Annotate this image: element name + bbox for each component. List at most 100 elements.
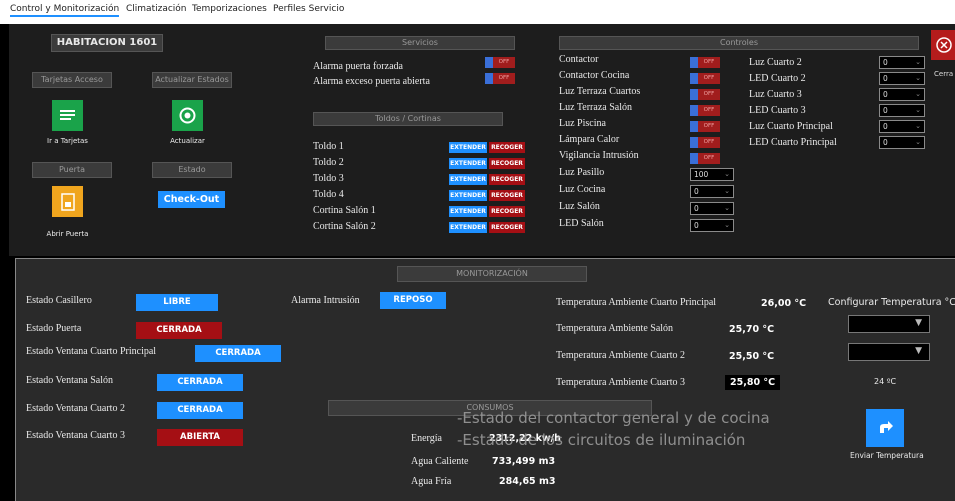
control-toggle[interactable]: OFF <box>690 153 720 164</box>
controles-header: Controles <box>559 36 919 50</box>
caret-down-icon: ▼ <box>915 318 922 328</box>
toldo-extender-button[interactable]: EXTENDER <box>449 142 487 153</box>
estado-label: Estado Ventana Cuarto 2 <box>26 403 125 414</box>
door-icon <box>61 193 75 211</box>
dimmer-label: Luz Salón <box>559 201 600 212</box>
estado-label: Estado Ventana Salón <box>26 375 114 386</box>
control-label: Luz Terraza Cuartos <box>559 86 641 97</box>
toldo-extender-button[interactable]: EXTENDER <box>449 174 487 185</box>
ir-tarjetas-label: Ir a Tarjetas <box>47 137 88 145</box>
toldo-label: Toldo 3 <box>313 173 344 184</box>
abrir-puerta-label: Abrir Puerta <box>46 230 89 238</box>
dimmer-select[interactable]: 0 ⌄ <box>879 88 925 101</box>
toldo-recoger-button[interactable]: RECOGER <box>489 174 525 185</box>
dimmer-label: Luz Cuarto Principal <box>749 121 833 132</box>
tab-temporizaciones[interactable]: Temporizaciones <box>192 4 267 14</box>
temp-label: Temperatura Ambiente Cuarto 2 <box>556 350 685 361</box>
dimmer-select[interactable]: 0 ⌄ <box>690 202 734 215</box>
actualizar-header: Actualizar Estados <box>152 72 232 88</box>
toldo-extender-button[interactable]: EXTENDER <box>449 158 487 169</box>
toldo-recoger-button[interactable]: RECOGER <box>489 190 525 201</box>
chevron-down-icon: ⌄ <box>915 122 921 130</box>
tab-climatizacion[interactable]: Climatización <box>126 4 187 14</box>
control-toggle[interactable]: OFF <box>690 137 720 148</box>
toldo-recoger-button[interactable]: RECOGER <box>489 206 525 217</box>
estado-label: Estado Casillero <box>26 295 92 306</box>
tab-control[interactable]: Control y Monitorización <box>10 4 120 17</box>
consumo-value: 284,65 m3 <box>499 476 556 487</box>
toldo-label: Toldo 1 <box>313 141 344 152</box>
config-temp-label: Configurar Temperatura °C <box>828 297 955 308</box>
toldo-label: Toldo 4 <box>313 189 344 200</box>
dimmer-select[interactable]: 0 ⌄ <box>690 219 734 232</box>
overlay-text-1: -Estado del contactor general y de cocin… <box>457 409 770 427</box>
ir-tarjetas-button[interactable] <box>52 100 83 131</box>
chevron-down-icon: ⌄ <box>724 170 730 178</box>
puerta-header: Puerta <box>32 162 112 178</box>
control-toggle[interactable]: OFF <box>690 121 720 132</box>
dimmer-label: LED Cuarto 2 <box>749 73 806 84</box>
tarjetas-header: Tarjetas Acceso <box>32 72 112 88</box>
estado-status-badge: CERRADA <box>157 374 243 391</box>
close-icon <box>936 37 952 53</box>
toldo-extender-button[interactable]: EXTENDER <box>449 222 487 233</box>
consumo-label: Agua Fría <box>411 476 452 487</box>
consumo-value: 733,499 m3 <box>492 456 556 467</box>
tab-perfiles[interactable]: Perfiles Servicio <box>273 4 344 14</box>
card-icon <box>60 110 75 120</box>
control-label: Luz Terraza Salón <box>559 102 632 113</box>
dimmer-select[interactable]: 0 ⌄ <box>879 72 925 85</box>
checkout-button[interactable]: Check-Out <box>158 191 225 208</box>
dimmer-label: LED Salón <box>559 218 604 229</box>
dimmer-select[interactable]: 0 ⌄ <box>879 104 925 117</box>
estado-status-badge: CERRADA <box>195 345 281 362</box>
temp-dropdown-1[interactable]: ▼ <box>848 315 930 333</box>
actualizar-button[interactable] <box>172 100 203 131</box>
toldo-recoger-button[interactable]: RECOGER <box>489 222 525 233</box>
chevron-down-icon: ⌄ <box>724 187 730 195</box>
control-toggle[interactable]: OFF <box>690 105 720 116</box>
enviar-temp-button[interactable] <box>866 409 904 447</box>
control-label: Vigilancia Intrusión <box>559 150 639 161</box>
estado-header: Estado <box>152 162 232 178</box>
toldo-label: Toldo 2 <box>313 157 344 168</box>
dimmer-select[interactable]: 0 ⌄ <box>879 56 925 69</box>
alarma-label: Alarma Intrusión <box>291 295 360 306</box>
dimmer-select[interactable]: 0 ⌄ <box>690 185 734 198</box>
servicio-label: Alarma exceso puerta abierta <box>313 76 430 87</box>
dimmer-select[interactable]: 100 ⌄ <box>690 168 734 181</box>
control-toggle[interactable]: OFF <box>690 73 720 84</box>
dimmer-select[interactable]: 0 ⌄ <box>879 120 925 133</box>
toldo-recoger-button[interactable]: RECOGER <box>489 142 525 153</box>
alarma-forzada-toggle[interactable]: OFF <box>485 57 515 68</box>
temp-dropdown-2[interactable]: ▼ <box>848 343 930 361</box>
dimmer-label: Luz Pasillo <box>559 167 605 178</box>
temp-set-value: 24 ºC <box>874 377 897 386</box>
dimmer-label: LED Cuarto Principal <box>749 137 837 148</box>
estado-label: Estado Ventana Cuarto Principal <box>26 346 157 357</box>
estado-label: Estado Puerta <box>26 323 82 334</box>
chevron-down-icon: ⌄ <box>915 74 921 82</box>
control-toggle[interactable]: OFF <box>690 57 720 68</box>
alarma-exceso-toggle[interactable]: OFF <box>485 73 515 84</box>
abrir-puerta-button[interactable] <box>52 186 83 217</box>
dimmer-label: Luz Cocina <box>559 184 606 195</box>
temp-value: 25,50 °C <box>729 351 775 362</box>
toldo-recoger-button[interactable]: RECOGER <box>489 158 525 169</box>
room-title: HABITACION 1601 <box>51 34 163 52</box>
dimmer-label: Luz Cuarto 2 <box>749 57 802 68</box>
close-button[interactable] <box>931 30 955 60</box>
dimmer-select[interactable]: 0 ⌄ <box>879 136 925 149</box>
send-icon <box>880 421 893 433</box>
toldo-label: Cortina Salón 1 <box>313 205 376 216</box>
toldo-extender-button[interactable]: EXTENDER <box>449 190 487 201</box>
estado-label: Estado Ventana Cuarto 3 <box>26 430 125 441</box>
control-toggle[interactable]: OFF <box>690 89 720 100</box>
temp-label: Temperatura Ambiente Cuarto 3 <box>556 377 685 388</box>
chevron-down-icon: ⌄ <box>915 90 921 98</box>
estado-status-badge: ABIERTA <box>157 429 243 446</box>
toldo-extender-button[interactable]: EXTENDER <box>449 206 487 217</box>
chevron-down-icon: ⌄ <box>915 138 921 146</box>
servicio-label: Alarma puerta forzada <box>313 61 403 72</box>
consumo-label: Energía <box>411 433 442 444</box>
